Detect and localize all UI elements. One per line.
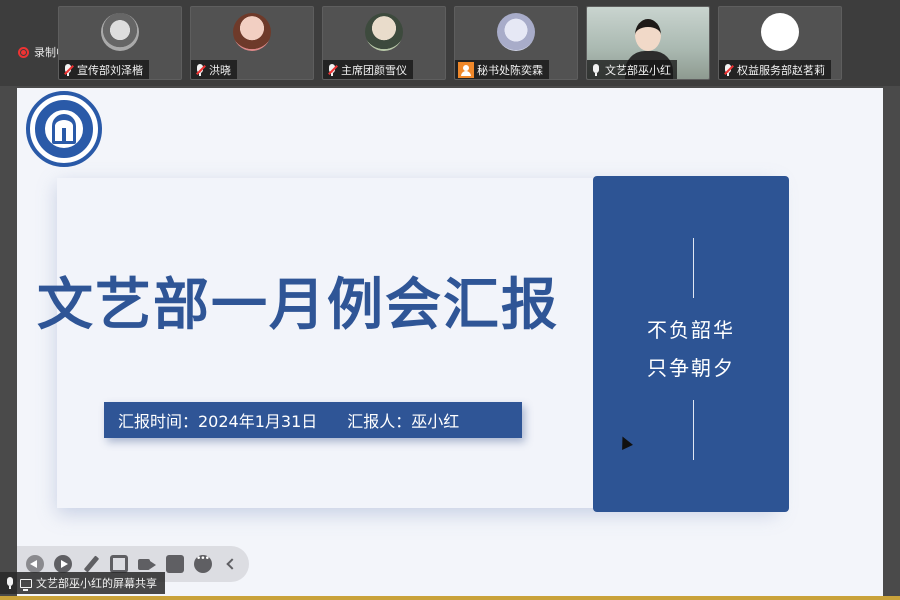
participant-namebar: 宣传部刘泽楷	[59, 60, 149, 79]
participant-name: 权益服务部赵茗莉	[737, 63, 825, 77]
participant-tile-6[interactable]: 权益服务部赵茗莉	[718, 6, 842, 80]
avatar	[101, 13, 139, 51]
motto-line-2: 只争朝夕	[647, 356, 735, 380]
bottom-strip	[0, 596, 900, 600]
record-icon	[18, 46, 29, 58]
avatar	[761, 13, 799, 51]
motto-panel: 不负韶华 只争朝夕	[593, 176, 789, 512]
avatar	[497, 13, 535, 51]
participant-name: 宣传部刘泽楷	[77, 63, 143, 77]
mic-muted-icon	[326, 63, 338, 77]
participant-tile-5[interactable]: 文艺部巫小红	[586, 6, 710, 80]
school-logo	[26, 91, 102, 167]
shared-screen: 文艺部一月例会汇报 汇报时间：2024年1月31日 汇报人：巫小红 不负韶华 只…	[17, 88, 883, 596]
more-icon[interactable]	[194, 554, 212, 573]
play-icon[interactable]	[54, 555, 72, 573]
participant-name: 主席团颜雪仪	[341, 63, 407, 77]
participant-namebar: 洪晓	[191, 60, 237, 79]
participant-namebar: 主席团颜雪仪	[323, 60, 413, 79]
participant-name: 洪晓	[209, 63, 231, 77]
motto-line-1: 不负韶华	[647, 318, 735, 342]
mic-muted-icon	[62, 63, 74, 77]
participant-namebar: 权益服务部赵茗莉	[719, 60, 831, 79]
divider-line	[693, 238, 694, 298]
mic-icon	[4, 576, 16, 590]
screen-share-label: 文艺部巫小红的屏幕共享	[0, 572, 165, 594]
camera-icon[interactable]	[138, 555, 156, 573]
mic-muted-icon	[194, 63, 206, 77]
participant-tile-4[interactable]: 秘书处陈奕霖	[454, 6, 578, 80]
reporter: 汇报人：巫小红	[347, 412, 460, 431]
mic-icon	[590, 63, 602, 77]
screen-share-text: 文艺部巫小红的屏幕共享	[36, 577, 157, 590]
participant-bar: 录制中 宣传部刘泽楷 洪晓 主席团颜雪仪 秘书处陈奕霖 文艺部巫小红 权益服务部…	[0, 0, 900, 86]
chat-icon[interactable]	[166, 555, 184, 573]
avatar	[365, 13, 403, 51]
collapse-icon[interactable]	[222, 555, 240, 573]
mic-muted-icon	[722, 63, 734, 77]
participant-namebar: 文艺部巫小红	[587, 60, 677, 79]
slide-card-inner	[57, 178, 597, 508]
report-time: 汇报时间：2024年1月31日	[118, 412, 318, 431]
avatar	[233, 13, 271, 51]
participant-namebar: 秘书处陈奕霖	[455, 60, 549, 79]
participant-tile-3[interactable]: 主席团颜雪仪	[322, 6, 446, 80]
slide-title: 文艺部一月例会汇报	[37, 273, 559, 338]
divider-line	[693, 400, 694, 460]
focus-icon[interactable]	[110, 555, 128, 573]
participant-name: 秘书处陈奕霖	[477, 63, 543, 77]
screen-share-icon	[20, 578, 32, 591]
pen-icon[interactable]	[82, 555, 100, 573]
prev-icon[interactable]	[26, 555, 44, 573]
participant-tile-1[interactable]: 宣传部刘泽楷	[58, 6, 182, 80]
participant-tile-2[interactable]: 洪晓	[190, 6, 314, 80]
person-icon	[458, 61, 474, 78]
report-info-bar: 汇报时间：2024年1月31日 汇报人：巫小红	[104, 402, 522, 438]
participant-name: 文艺部巫小红	[605, 63, 671, 77]
